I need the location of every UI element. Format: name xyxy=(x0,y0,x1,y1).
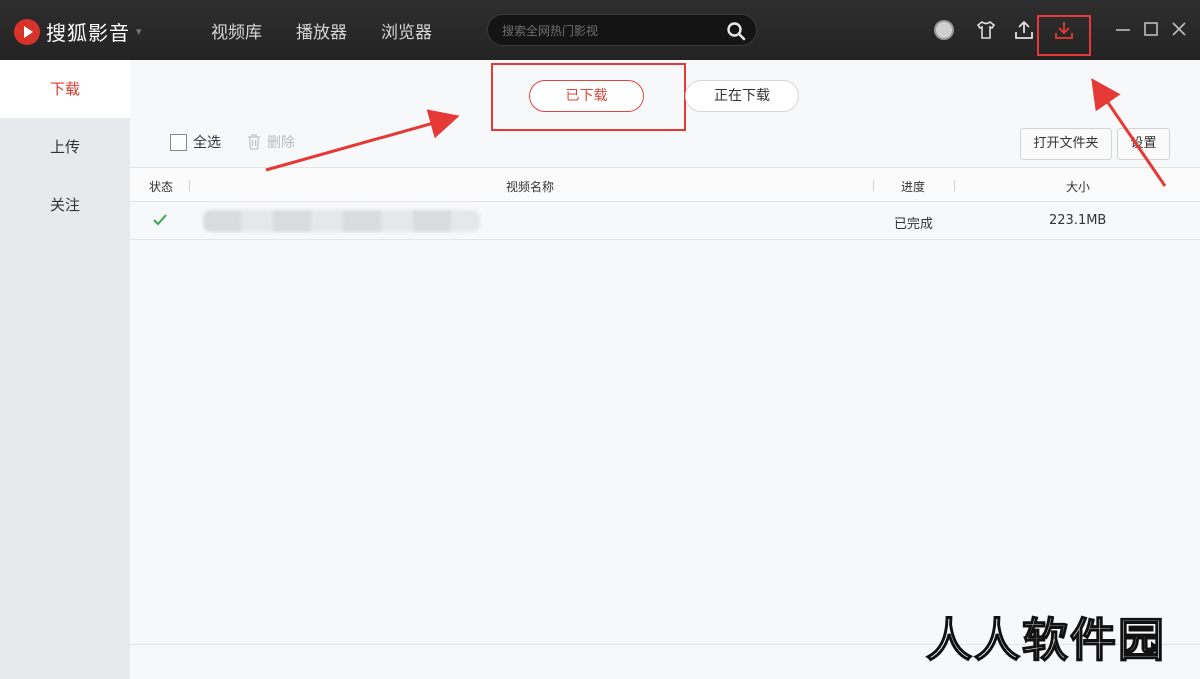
header-divider[interactable] xyxy=(189,180,190,191)
table-header: 状态 视频名称 进度 大小 xyxy=(130,167,1200,202)
header-progress: 进度 xyxy=(901,180,926,194)
logo-play-icon xyxy=(14,18,40,45)
nav-browser[interactable]: 浏览器 xyxy=(381,18,432,43)
delete-button[interactable]: 删除 xyxy=(267,132,295,152)
sidebar-item-upload[interactable]: 上传 xyxy=(0,118,130,176)
watermark: 人人软件园 xyxy=(925,612,1166,668)
sidebar-item-follow[interactable]: 关注 xyxy=(0,176,130,234)
tab-downloading[interactable]: 正在下载 xyxy=(685,80,799,112)
nav-player[interactable]: 播放器 xyxy=(296,18,347,43)
trash-icon xyxy=(248,134,260,150)
check-icon xyxy=(153,214,167,226)
close-icon[interactable] xyxy=(1169,19,1189,39)
sidebar-item-download[interactable]: 下载 xyxy=(0,60,130,118)
header-status: 状态 xyxy=(149,180,174,194)
minimize-icon[interactable] xyxy=(1113,19,1133,39)
tab-downloaded[interactable]: 已下载 xyxy=(529,80,644,112)
search-icon[interactable] xyxy=(726,21,746,41)
settings-button[interactable]: 设置 xyxy=(1117,128,1170,160)
video-name-blurred xyxy=(203,210,480,232)
maximize-icon[interactable] xyxy=(1141,19,1161,39)
open-folder-button[interactable]: 打开文件夹 xyxy=(1020,128,1112,160)
header-divider[interactable] xyxy=(873,180,874,191)
nav-video-library[interactable]: 视频库 xyxy=(211,18,262,43)
app-title: 搜狐影音 xyxy=(46,21,130,45)
search-input[interactable] xyxy=(502,21,717,41)
skin-shirt-icon[interactable] xyxy=(975,19,997,41)
upload-icon[interactable] xyxy=(1013,19,1035,41)
header-divider[interactable] xyxy=(954,180,955,191)
chevron-down-icon[interactable]: ▾ xyxy=(136,25,142,38)
search-box xyxy=(487,14,757,46)
download-icon[interactable] xyxy=(1053,19,1075,41)
select-all-checkbox[interactable] xyxy=(170,133,187,151)
avatar[interactable] xyxy=(933,19,955,41)
row-size: 223.1MB xyxy=(1049,213,1107,228)
top-nav: 视频库 播放器 浏览器 xyxy=(211,18,432,43)
title-bar: 搜狐影音 ▾ 视频库 播放器 浏览器 xyxy=(0,0,1200,60)
app-logo[interactable]: 搜狐影音 ▾ xyxy=(14,17,142,46)
select-all-label[interactable]: 全选 xyxy=(193,132,221,152)
row-progress: 已完成 xyxy=(894,217,934,232)
header-size: 大小 xyxy=(1066,180,1091,194)
sidebar: 下载 上传 关注 xyxy=(0,60,130,679)
table-row[interactable]: 已完成 223.1MB xyxy=(130,202,1200,240)
header-name: 视频名称 xyxy=(506,180,555,194)
list-toolbar: 全选 删除 xyxy=(170,132,319,152)
main-panel: 已下载 正在下载 全选 删除 打开文件夹 设置 状态 视频名称 进度 大小 已完… xyxy=(130,60,1200,679)
